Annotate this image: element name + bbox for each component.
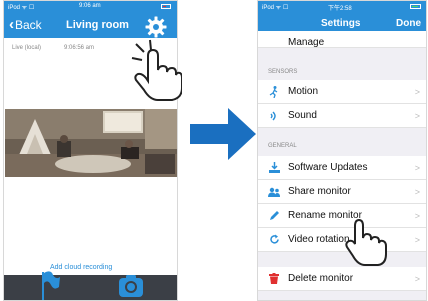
flag-icon[interactable] — [39, 267, 61, 301]
chevron-right-icon: > — [414, 87, 420, 97]
pencil-icon — [268, 210, 280, 222]
settings-item-rename-monitor[interactable]: Rename monitor > — [258, 204, 426, 228]
back-button[interactable]: ‹ Back — [9, 16, 42, 33]
done-button[interactable]: Done — [396, 18, 421, 29]
download-icon — [268, 162, 280, 174]
manage-icon — [268, 33, 280, 45]
row-label: Motion — [288, 86, 319, 97]
hand-pointer-icon — [345, 218, 387, 266]
section-header-sensors: SENSORS — [268, 69, 298, 75]
camera-icon[interactable] — [118, 273, 144, 299]
status-bar: iPod ᯤ ☐ 9:06 am — [4, 1, 177, 12]
delete-monitor-row[interactable]: Delete monitor > — [258, 267, 426, 291]
row-label: Manage — [288, 36, 325, 48]
manage-row[interactable]: Manage — [258, 31, 426, 48]
back-label: Back — [15, 18, 42, 32]
row-label: Delete monitor — [288, 273, 354, 284]
gear-icon[interactable] — [144, 15, 168, 39]
nav-bar: ‹ Back Living room — [4, 12, 177, 38]
settings-screen: iPod ᯤ ☐ 下午2:58 Settings Done Manage SEN… — [257, 0, 427, 301]
carrier-label: iPod ᯤ ☐ — [8, 5, 35, 11]
status-time: 9:06 am — [79, 3, 101, 9]
settings-item-software-updates[interactable]: Software Updates > — [258, 156, 426, 180]
chevron-right-icon: > — [414, 235, 420, 245]
sound-icon — [268, 110, 280, 122]
battery-icon — [410, 4, 421, 9]
row-label: Video rotation — [288, 234, 350, 245]
settings-item-share-monitor[interactable]: Share monitor > — [258, 180, 426, 204]
chevron-right-icon: > — [414, 163, 420, 173]
chevron-right-icon: > — [414, 111, 420, 121]
settings-item-motion[interactable]: Motion > — [258, 80, 426, 104]
camera-video-feed[interactable] — [5, 109, 178, 177]
chevron-left-icon: ‹ — [9, 16, 14, 33]
section-header-general: GENERAL — [268, 143, 297, 149]
chevron-right-icon: > — [414, 187, 420, 197]
settings-item-sound[interactable]: Sound > — [258, 104, 426, 128]
chevron-right-icon: > — [414, 274, 420, 284]
live-time: 9:06:56 am — [64, 45, 95, 51]
bottom-toolbar — [4, 275, 177, 300]
battery-icon — [161, 4, 171, 9]
motion-icon — [268, 85, 280, 98]
rotate-icon — [268, 234, 280, 246]
hand-pointer-icon — [131, 39, 182, 101]
row-label: Share monitor — [288, 186, 351, 197]
live-label: Live (local) — [12, 45, 42, 51]
settings-item-video-rotation[interactable]: Video rotation > — [258, 228, 426, 252]
status-bar: iPod ᯤ ☐ 下午2:58 — [258, 1, 426, 12]
row-label: Software Updates — [288, 162, 368, 173]
trash-icon — [268, 273, 280, 285]
carrier-label: iPod ᯤ ☐ — [262, 5, 289, 11]
arrow-right-icon — [190, 108, 256, 160]
page-title: Living room — [66, 19, 129, 31]
chevron-right-icon: > — [414, 211, 420, 221]
page-title: Settings — [321, 18, 361, 29]
users-icon — [268, 186, 280, 198]
row-label: Sound — [288, 110, 317, 121]
